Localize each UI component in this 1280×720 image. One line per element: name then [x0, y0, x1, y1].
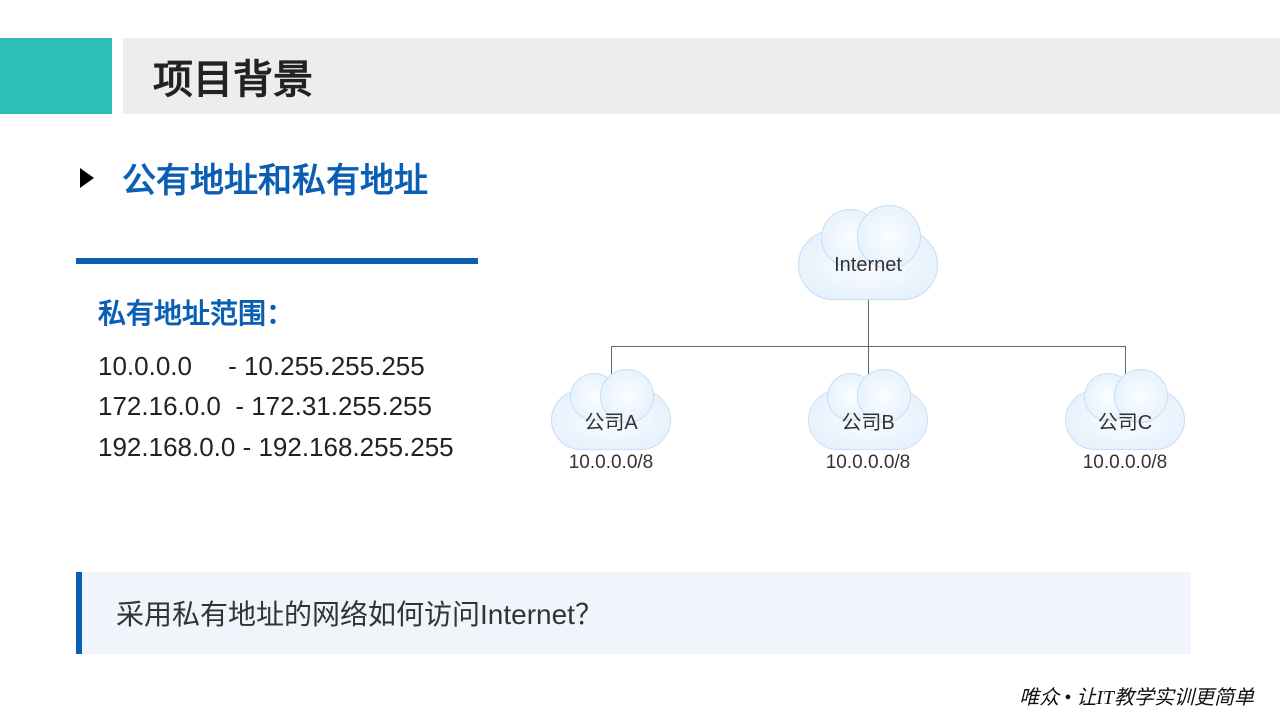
question-text: 采用私有地址的网络如何访问Internet？ [116, 593, 603, 633]
cloud-icon: 公司C [1065, 390, 1185, 450]
cloud-internet: Internet [798, 230, 938, 300]
cloud-subnet: 10.0.0.0/8 [808, 452, 928, 474]
section-title: 公有地址和私有地址 [122, 153, 428, 202]
triangle-bullet-icon [80, 168, 94, 188]
cloud-subnet: 10.0.0.0/8 [551, 452, 671, 474]
private-range-panel: 私有地址范围： 10.0.0.0 - 10.255.255.255 172.16… [76, 258, 478, 467]
accent-block [0, 38, 112, 114]
slide-header: 项目背景 [0, 38, 1280, 114]
range-line: 10.0.0.0 - 10.255.255.255 [98, 346, 478, 386]
cloud-label: Internet [799, 231, 937, 299]
connector-line [868, 300, 869, 346]
cloud-label: 公司A [552, 391, 670, 449]
cloud-subnet: 10.0.0.0/8 [1065, 452, 1185, 474]
cloud-icon: 公司A [551, 390, 671, 450]
panel-divider [76, 258, 478, 264]
panel-heading: 私有地址范围： [98, 292, 478, 332]
slide-title: 项目背景 [153, 47, 313, 105]
range-line: 172.16.0.0 - 172.31.255.255 [98, 386, 478, 426]
section-heading: 公有地址和私有地址 [80, 153, 428, 202]
network-diagram: Internet 公司A 10.0.0.0/8 公司B 10.0.0.0/8 公… [540, 220, 1216, 480]
cloud-company-c: 公司C 10.0.0.0/8 [1065, 390, 1185, 450]
cloud-label: 公司C [1066, 391, 1184, 449]
cloud-company-a: 公司A 10.0.0.0/8 [551, 390, 671, 450]
cloud-company-b: 公司B 10.0.0.0/8 [808, 390, 928, 450]
cloud-icon: 公司B [808, 390, 928, 450]
question-callout: 采用私有地址的网络如何访问Internet？ [76, 572, 1191, 654]
range-line: 192.168.0.0 - 192.168.255.255 [98, 427, 478, 467]
cloud-icon: Internet [798, 230, 938, 300]
footer-slogan: 唯众 • 让IT教学实训更简单 [1019, 681, 1254, 710]
cloud-label: 公司B [809, 391, 927, 449]
title-bar: 项目背景 [123, 38, 1280, 114]
